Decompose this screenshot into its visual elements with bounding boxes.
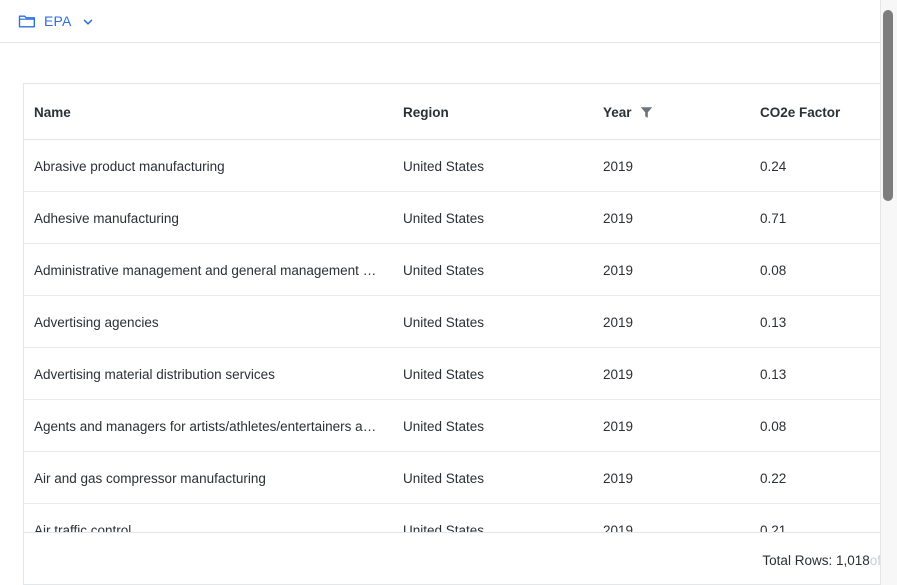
cell-co2e-factor: 0.24 (760, 158, 787, 174)
cell-year: 2019 (603, 210, 634, 226)
table-row[interactable]: Air traffic control United States 2019 0… (24, 504, 880, 533)
cell-co2e-factor: 0.13 (760, 314, 787, 330)
table-row[interactable]: Advertising material distribution servic… (24, 348, 880, 400)
cell-name: Air traffic control (34, 522, 132, 533)
table-row[interactable]: Air and gas compressor manufacturing Uni… (24, 452, 880, 504)
cell-region: United States (403, 262, 485, 278)
cell-name: Air and gas compressor manufacturing (34, 470, 266, 486)
breadcrumb-folder-selector[interactable]: EPA (18, 11, 94, 31)
table-footer: Total Rows: 1,018 of (24, 532, 880, 584)
cell-name: Administrative management and general ma… (34, 262, 379, 278)
breadcrumb-label: EPA (44, 13, 72, 29)
cell-name: Advertising agencies (34, 314, 159, 330)
cell-region: United States (403, 418, 485, 434)
cell-name: Adhesive manufacturing (34, 210, 179, 226)
column-header-region[interactable]: Region (403, 84, 583, 140)
table-body: Abrasive product manufacturing United St… (24, 140, 880, 532)
cell-region: United States (403, 210, 485, 226)
table-row[interactable]: Agents and managers for artists/athletes… (24, 400, 880, 452)
cell-year: 2019 (603, 262, 634, 278)
cell-co2e-factor: 0.21 (760, 522, 787, 533)
cell-region: United States (403, 366, 485, 382)
cell-region: United States (403, 158, 485, 174)
cell-year: 2019 (603, 366, 634, 382)
table-row[interactable]: Administrative management and general ma… (24, 244, 880, 296)
cell-name: Abrasive product manufacturing (34, 158, 225, 174)
top-bar: EPA (0, 0, 880, 43)
cell-year: 2019 (603, 418, 634, 434)
table-header: Name Region Year CO2e Factor (24, 84, 880, 140)
cell-region: United States (403, 314, 485, 330)
cell-year: 2019 (603, 158, 634, 174)
column-header-year[interactable]: Year (603, 84, 743, 140)
column-header-name[interactable]: Name (34, 84, 379, 140)
cell-name: Agents and managers for artists/athletes… (34, 418, 379, 434)
chevron-down-icon (82, 15, 94, 27)
cell-region: United States (403, 470, 485, 486)
cell-co2e-factor: 0.13 (760, 366, 787, 382)
table-row[interactable]: Adhesive manufacturing United States 201… (24, 192, 880, 244)
filter-icon[interactable] (640, 106, 653, 119)
cell-co2e-factor: 0.71 (760, 210, 787, 226)
table-row[interactable]: Abrasive product manufacturing United St… (24, 140, 880, 192)
cell-co2e-factor: 0.08 (760, 418, 787, 434)
table-row[interactable]: Advertising agencies United States 2019 … (24, 296, 880, 348)
cell-year: 2019 (603, 522, 634, 533)
cell-year: 2019 (603, 314, 634, 330)
cell-co2e-factor: 0.22 (760, 470, 787, 486)
cell-name: Advertising material distribution servic… (34, 366, 275, 382)
cell-co2e-factor: 0.08 (760, 262, 787, 278)
folder-icon (18, 13, 36, 29)
cell-year: 2019 (603, 470, 634, 486)
vertical-scrollbar-thumb[interactable] (883, 10, 893, 201)
total-rows-count: Total Rows: 1,018 of (762, 552, 880, 568)
emission-factors-table: Name Region Year CO2e Factor Abrasive pr… (23, 83, 880, 585)
cell-region: United States (403, 522, 485, 533)
column-header-co2e-factor[interactable]: CO2e Factor (760, 84, 870, 140)
